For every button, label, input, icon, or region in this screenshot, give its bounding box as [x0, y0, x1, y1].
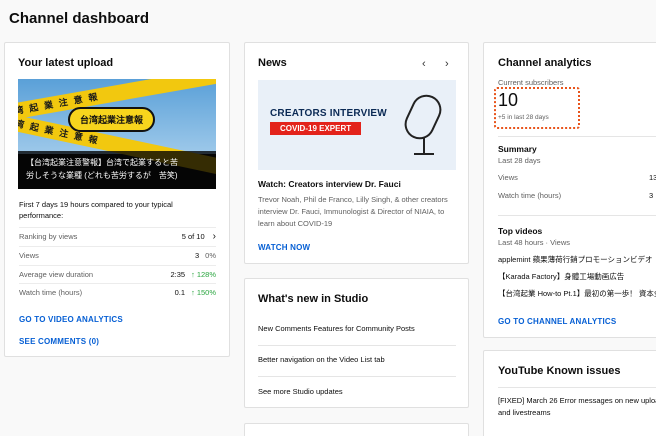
- metric-label: Average view duration: [19, 269, 94, 279]
- summary-title: Summary: [498, 144, 537, 154]
- divider: [498, 387, 656, 388]
- news-image-line-2: COVID-19 EXPERT: [270, 122, 362, 135]
- divider: [498, 136, 656, 137]
- performance-text: First 7 days 19 hours compared to your t…: [19, 200, 173, 220]
- see-comments-link[interactable]: SEE COMMENTS (0): [19, 337, 99, 346]
- microphone-base: [414, 153, 434, 155]
- thumbnail-caption: 【台湾起業注意警報】台湾で起業すると苦 労しそうな業種 (どれも苦労するが 苦笑…: [18, 151, 216, 189]
- summary-value: 13: [649, 173, 656, 182]
- news-title: News: [258, 57, 287, 69]
- up-arrow-icon: ↑: [191, 269, 195, 279]
- go-to-video-analytics-link[interactable]: GO TO VIDEO ANALYTICS: [19, 315, 123, 324]
- summary-label: Views: [498, 173, 518, 182]
- metric-value: 2:35: [170, 269, 186, 279]
- news-image-line-1: CREATORS INTERVIEW: [270, 108, 387, 119]
- metric-value: 5 of 10: [181, 231, 205, 241]
- whats-new-title: What's new in Studio: [258, 293, 369, 305]
- chevron-right-icon[interactable]: ›: [445, 58, 449, 70]
- studio-item[interactable]: New Comments Features for Community Post…: [258, 324, 456, 333]
- channel-analytics-title: Channel analytics: [498, 57, 592, 69]
- metric-value: 3: [194, 250, 200, 260]
- top-videos-title: Top videos: [498, 226, 543, 236]
- metric-label: Ranking by views: [19, 231, 78, 241]
- watch-now-link[interactable]: WATCH NOW: [258, 243, 310, 252]
- thumbnail-badge: 台湾起業注意報: [68, 107, 156, 132]
- known-issue-item[interactable]: [FIXED] March 26 Error messages on new u…: [498, 395, 656, 419]
- metric-row-views: Views 3 0%: [19, 246, 216, 263]
- metric-label: Views: [19, 250, 39, 260]
- top-video-item[interactable]: 【台湾起業 How-to Pt.1】最初の第一歩！ 資本金: [498, 288, 656, 299]
- video-thumbnail[interactable]: 台湾起業注意報 台湾起業注意報 台湾起業注意報 【台湾起業注意警報】台湾で起業す…: [18, 79, 216, 189]
- partial-card: [244, 423, 469, 436]
- summary-period: Last 28 days: [498, 156, 541, 165]
- known-issues-title: YouTube Known issues: [498, 365, 621, 377]
- metric-row-avg-duration: Average view duration 2:35 ↑ 128%: [19, 265, 216, 282]
- news-image[interactable]: CREATORS INTERVIEW COVID-19 EXPERT: [258, 80, 456, 170]
- chevron-left-icon[interactable]: ‹: [422, 58, 426, 70]
- caption-line-1: 【台湾起業注意警報】台湾で起業すると苦: [26, 158, 178, 167]
- news-card: News ‹ › CREATORS INTERVIEW COVID-19 EXP…: [244, 42, 469, 264]
- caption-line-2: 労しそうな業種 (どれも苦労するが 苦笑): [26, 171, 178, 180]
- metric-row-ranking: Ranking by views 5 of 10 ›: [19, 227, 216, 244]
- metric-label: Watch time (hours): [19, 287, 83, 297]
- metric-value: 0.1: [174, 287, 186, 297]
- top-videos-period: Last 48 hours · Views: [498, 238, 570, 247]
- metric-change: 0%: [205, 250, 216, 260]
- latest-upload-title: Your latest upload: [18, 57, 114, 69]
- divider: [258, 376, 456, 377]
- known-issues-card: YouTube Known issues [FIXED] March 26 Er…: [483, 350, 656, 436]
- metric-row-watch-time: Watch time (hours) 0.1 ↑ 150%: [19, 283, 216, 300]
- studio-item[interactable]: See more Studio updates: [258, 387, 456, 396]
- summary-label: Watch time (hours): [498, 191, 562, 200]
- page-title: Channel dashboard: [9, 10, 150, 27]
- divider: [258, 345, 456, 346]
- metric-change: 150%: [196, 287, 216, 297]
- latest-upload-card: Your latest upload 台湾起業注意報 台湾起業注意報 台湾起業注…: [4, 42, 230, 357]
- up-arrow-icon: ↑: [191, 287, 195, 297]
- divider: [498, 215, 656, 216]
- subscribers-value: 10: [498, 90, 519, 110]
- subscribers-label: Current subscribers: [498, 78, 564, 87]
- go-to-channel-analytics-link[interactable]: GO TO CHANNEL ANALYTICS: [498, 317, 616, 326]
- news-headline[interactable]: Watch: Creators interview Dr. Fauci: [258, 179, 401, 189]
- top-video-item[interactable]: 【Karada Factory】身體工場動画広告: [498, 271, 624, 282]
- whats-new-card: What's new in Studio New Comments Featur…: [244, 278, 469, 408]
- chevron-right-icon[interactable]: ›: [213, 231, 216, 242]
- news-body: Trevor Noah, Phil de Franco, Lilly Singh…: [258, 195, 448, 228]
- subscribers-change: +5 in last 28 days: [498, 114, 549, 121]
- top-video-item[interactable]: applemint 蘋果薄荷行銷プロモーションビデオ: [498, 254, 652, 265]
- channel-analytics-card: Channel analytics Current subscribers 10…: [483, 42, 656, 338]
- studio-item[interactable]: Better navigation on the Video List tab: [258, 355, 456, 364]
- microphone-stand: [423, 138, 425, 154]
- metric-change: 128%: [196, 269, 216, 279]
- microphone-icon: [399, 89, 447, 145]
- summary-value: 3: [649, 191, 654, 200]
